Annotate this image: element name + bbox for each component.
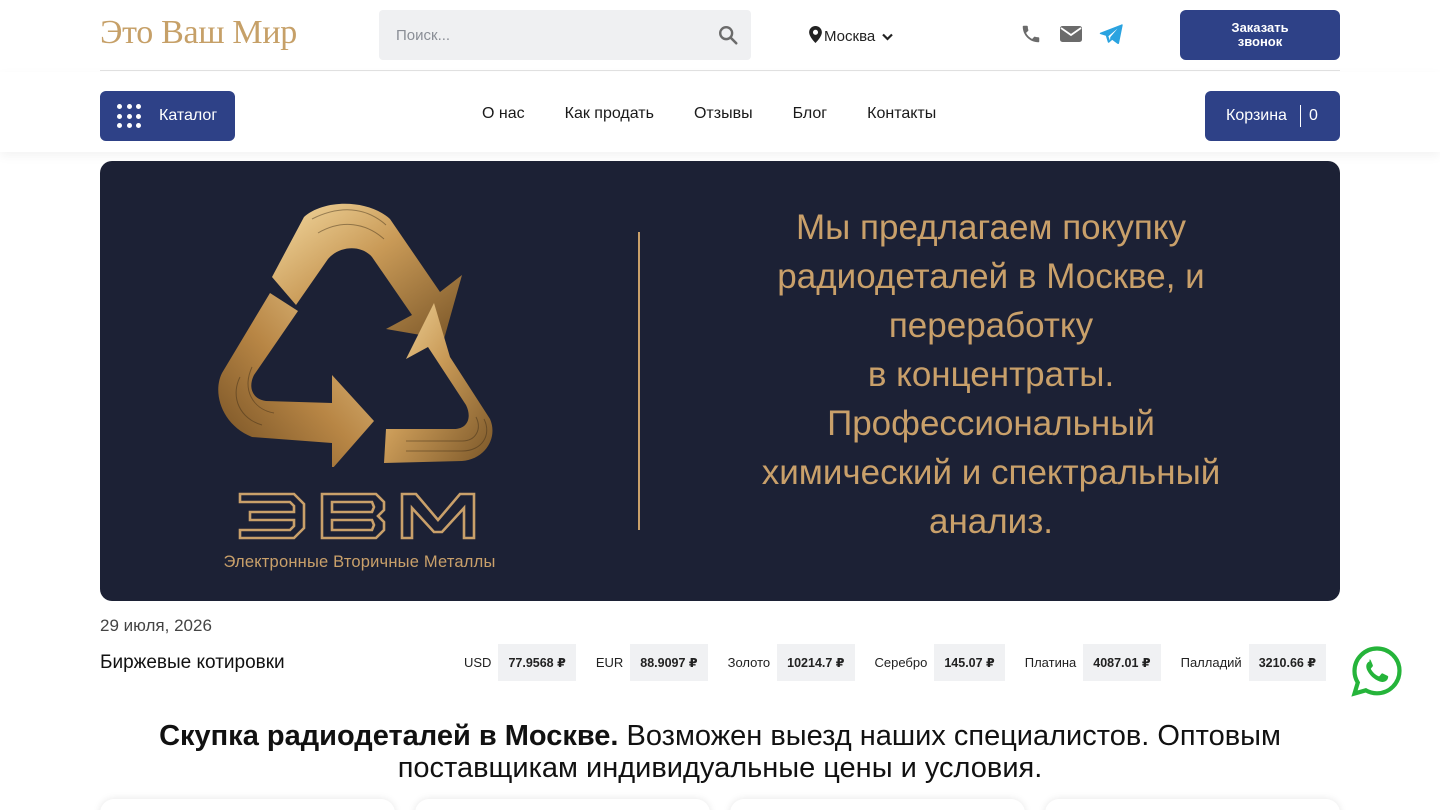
city-selector[interactable]: Москва xyxy=(809,25,893,47)
main-headline: Скупка радиодеталей в Москве. Возможен в… xyxy=(90,720,1350,784)
quote-palladium: Палладий 3210.66 ₽ xyxy=(1180,644,1327,681)
quote-gold: Золото 10214.7 ₽ xyxy=(728,644,855,681)
city-name: Москва xyxy=(824,27,876,45)
quotes-list: USD 77.9568 ₽ EUR 88.9097 ₽ Золото 10214… xyxy=(464,644,1327,681)
quote-value: 77.9568 ₽ xyxy=(498,644,576,681)
quote-label: Золото xyxy=(727,655,771,670)
brand-letters-logo xyxy=(238,492,476,540)
catalog-button[interactable]: Каталог xyxy=(100,91,235,141)
quote-silver: Серебро 145.07 ₽ xyxy=(875,644,1005,681)
quote-label: Палладий xyxy=(1180,655,1242,670)
cart-divider xyxy=(1300,105,1301,127)
quotes-title: Биржевые котировки xyxy=(100,652,285,673)
quote-platinum: Платина 4087.01 ₽ xyxy=(1025,644,1161,681)
quote-value: 145.07 ₽ xyxy=(934,644,1005,681)
hero-divider xyxy=(638,232,640,530)
cart-button[interactable]: Корзина 0 xyxy=(1205,91,1340,141)
hero-banner[interactable]: Электронные Вторичные Металлы Мы предлаг… xyxy=(100,161,1340,601)
location-pin-icon xyxy=(809,25,822,47)
hero-headline: Мы предлагаем покупку радиодеталей в Мос… xyxy=(761,208,1221,541)
catalog-label: Каталог xyxy=(159,107,218,124)
quote-value: 4087.01 ₽ xyxy=(1083,644,1161,681)
nav-link-how-to-sell[interactable]: Как продать xyxy=(565,105,654,123)
main-headline-bold: Скупка радиодеталей в Москве. xyxy=(159,720,619,752)
main-nav: Каталог О нас Как продать Отзывы Блог Ко… xyxy=(0,72,1440,152)
phone-icon[interactable] xyxy=(1019,22,1043,46)
category-card[interactable] xyxy=(1045,799,1340,810)
cart-label: Корзина xyxy=(1226,107,1287,124)
quote-value: 3210.66 ₽ xyxy=(1248,644,1327,681)
quote-value: 88.9097 ₽ xyxy=(630,644,708,681)
search-input[interactable] xyxy=(379,10,699,60)
quote-label: EUR xyxy=(595,655,624,670)
quote-label: Серебро xyxy=(874,655,928,670)
brand-subtitle: Электронные Вторичные Металлы xyxy=(223,553,496,571)
quote-value: 10214.7 ₽ xyxy=(777,644,855,681)
site-logo[interactable]: Это Ваш Мир xyxy=(100,14,297,52)
nav-link-contacts[interactable]: Контакты xyxy=(867,105,936,123)
nav-link-reviews[interactable]: Отзывы xyxy=(694,105,753,123)
quote-eur: EUR 88.9097 ₽ xyxy=(596,644,708,681)
category-card[interactable] xyxy=(730,799,1025,810)
search-icon[interactable] xyxy=(715,22,741,48)
category-cards xyxy=(100,799,1340,810)
quote-usd: USD 77.9568 ₽ xyxy=(464,644,576,681)
nav-link-about[interactable]: О нас xyxy=(482,105,525,123)
recycle-logo-icon xyxy=(218,203,493,467)
category-card[interactable] xyxy=(100,799,395,810)
grid-dots-icon xyxy=(117,104,141,128)
chevron-down-icon xyxy=(882,28,893,45)
category-card[interactable] xyxy=(415,799,710,810)
nav-links: О нас Как продать Отзывы Блог Контакты xyxy=(482,105,936,123)
quote-label: Платина xyxy=(1024,655,1077,670)
contact-icons xyxy=(1019,22,1123,46)
quote-label: USD xyxy=(464,655,492,670)
cart-count: 0 xyxy=(1309,107,1318,124)
telegram-icon[interactable] xyxy=(1099,22,1123,46)
mail-icon[interactable] xyxy=(1059,22,1083,46)
search-box xyxy=(379,10,751,60)
nav-link-blog[interactable]: Блог xyxy=(793,105,828,123)
header-top: Это Ваш Мир Москва Заказать звонок xyxy=(100,0,1340,71)
whatsapp-icon[interactable] xyxy=(1351,645,1403,697)
order-call-button[interactable]: Заказать звонок xyxy=(1180,10,1340,60)
quotes-date: 29 июля, 2026 xyxy=(100,616,212,635)
